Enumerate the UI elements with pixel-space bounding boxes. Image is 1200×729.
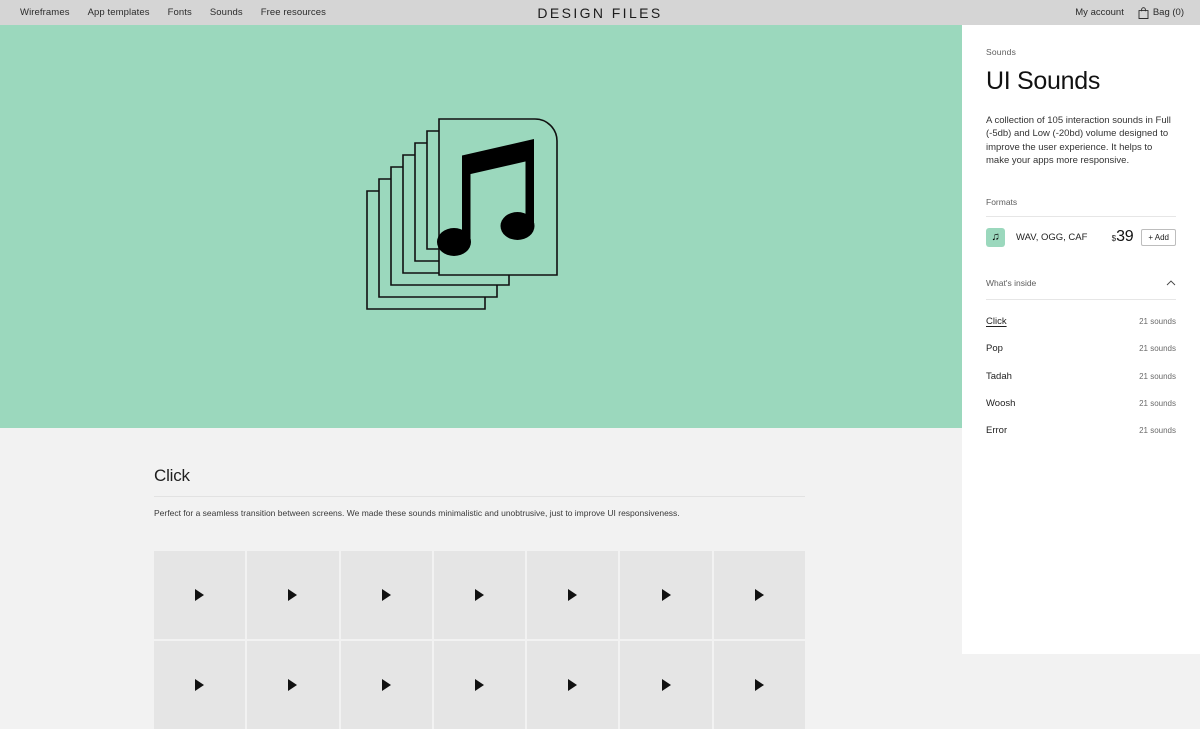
product-category-label: Sounds bbox=[986, 47, 1017, 57]
whats-inside-label: What's inside bbox=[986, 277, 1037, 288]
section-divider bbox=[154, 496, 805, 497]
play-icon bbox=[568, 679, 578, 691]
my-account-label: My account bbox=[1075, 7, 1124, 18]
my-account-link[interactable]: My account bbox=[1075, 7, 1124, 18]
sound-preview-cell[interactable] bbox=[247, 551, 339, 639]
inside-item-woosh[interactable]: Woosh 21 sounds bbox=[986, 398, 1176, 409]
sound-preview-cell[interactable] bbox=[713, 641, 805, 729]
inside-item-count: 21 sounds bbox=[1139, 344, 1176, 354]
bag-label: Bag (0) bbox=[1152, 7, 1184, 18]
play-icon bbox=[381, 589, 391, 601]
play-icon bbox=[288, 679, 298, 691]
stacked-cards-music-note-illustration bbox=[366, 117, 558, 310]
section-description: Perfect for a seamless transition betwee… bbox=[154, 508, 680, 518]
sound-preview-cell[interactable] bbox=[527, 641, 619, 729]
play-icon bbox=[568, 589, 578, 601]
play-icon bbox=[754, 589, 764, 601]
sound-preview-cell[interactable] bbox=[154, 551, 246, 639]
inside-item-count: 21 sounds bbox=[1139, 398, 1176, 408]
music-note-icon: ♫ bbox=[986, 227, 1005, 247]
formats-label: Formats bbox=[986, 196, 1018, 207]
utility-nav: My account Bag (0) bbox=[1075, 6, 1184, 19]
bag-link[interactable]: Bag (0) bbox=[1138, 6, 1184, 19]
section-title: Click bbox=[154, 466, 190, 485]
play-icon bbox=[661, 679, 671, 691]
price: $ 39 bbox=[1112, 228, 1134, 246]
play-icon bbox=[474, 589, 484, 601]
sound-preview-cell[interactable] bbox=[340, 551, 432, 639]
hero-banner bbox=[0, 25, 962, 428]
play-icon bbox=[195, 679, 205, 691]
inside-item-error[interactable]: Error 21 sounds bbox=[986, 425, 1176, 436]
whats-inside-toggle[interactable]: What's inside bbox=[986, 278, 1176, 300]
whats-inside-list: Click 21 sounds Pop 21 sounds Tadah 21 s… bbox=[986, 316, 1176, 436]
product-description: A collection of 105 interaction sounds i… bbox=[986, 115, 1171, 167]
inside-item-count: 21 sounds bbox=[1139, 371, 1176, 381]
play-icon bbox=[474, 679, 484, 691]
inside-item-count: 21 sounds bbox=[1139, 317, 1176, 327]
inside-item-label: Woosh bbox=[986, 397, 1016, 409]
play-icon bbox=[661, 589, 671, 601]
sound-preview-cell[interactable] bbox=[340, 641, 432, 729]
sound-preview-grid bbox=[154, 551, 805, 729]
inside-item-label: Click bbox=[986, 316, 1007, 328]
inside-item-count: 21 sounds bbox=[1139, 425, 1176, 435]
inside-item-tadah[interactable]: Tadah 21 sounds bbox=[986, 371, 1176, 382]
sound-preview-cell[interactable] bbox=[154, 641, 246, 729]
play-icon bbox=[288, 589, 298, 601]
shopping-bag-icon bbox=[1138, 6, 1149, 19]
site-logo[interactable]: DESIGN FILES bbox=[0, 5, 1200, 21]
sound-preview-cell[interactable] bbox=[247, 641, 339, 729]
sound-preview-cell[interactable] bbox=[620, 551, 712, 639]
sound-preview-cell[interactable] bbox=[433, 551, 526, 639]
top-navigation-bar: Wireframes App templates Fonts Sounds Fr… bbox=[0, 0, 1200, 25]
product-detail-panel: Sounds UI Sounds A collection of 105 int… bbox=[962, 25, 1200, 654]
play-icon bbox=[381, 679, 391, 691]
sound-preview-cell[interactable] bbox=[713, 551, 805, 639]
chevron-up-icon bbox=[1166, 280, 1176, 286]
sound-category-section: Click Perfect for a seamless transition … bbox=[0, 428, 962, 729]
inside-item-pop[interactable]: Pop 21 sounds bbox=[986, 343, 1176, 354]
sound-preview-cell[interactable] bbox=[527, 551, 619, 639]
format-row: ♫ WAV, OGG, CAF $ 39 + Add bbox=[986, 215, 1176, 247]
product-title: UI Sounds bbox=[986, 67, 1101, 95]
play-icon bbox=[195, 589, 205, 601]
play-icon bbox=[754, 679, 764, 691]
add-to-bag-button[interactable]: + Add bbox=[1141, 228, 1176, 246]
sound-preview-cell[interactable] bbox=[620, 641, 712, 729]
format-name: WAV, OGG, CAF bbox=[1016, 231, 1088, 243]
sound-preview-cell[interactable] bbox=[433, 641, 526, 729]
inside-item-click[interactable]: Click 21 sounds bbox=[986, 316, 1176, 327]
inside-item-label: Pop bbox=[986, 343, 1003, 355]
inside-item-label: Tadah bbox=[986, 370, 1012, 382]
inside-item-label: Error bbox=[986, 424, 1008, 436]
price-amount: 39 bbox=[1116, 228, 1134, 246]
